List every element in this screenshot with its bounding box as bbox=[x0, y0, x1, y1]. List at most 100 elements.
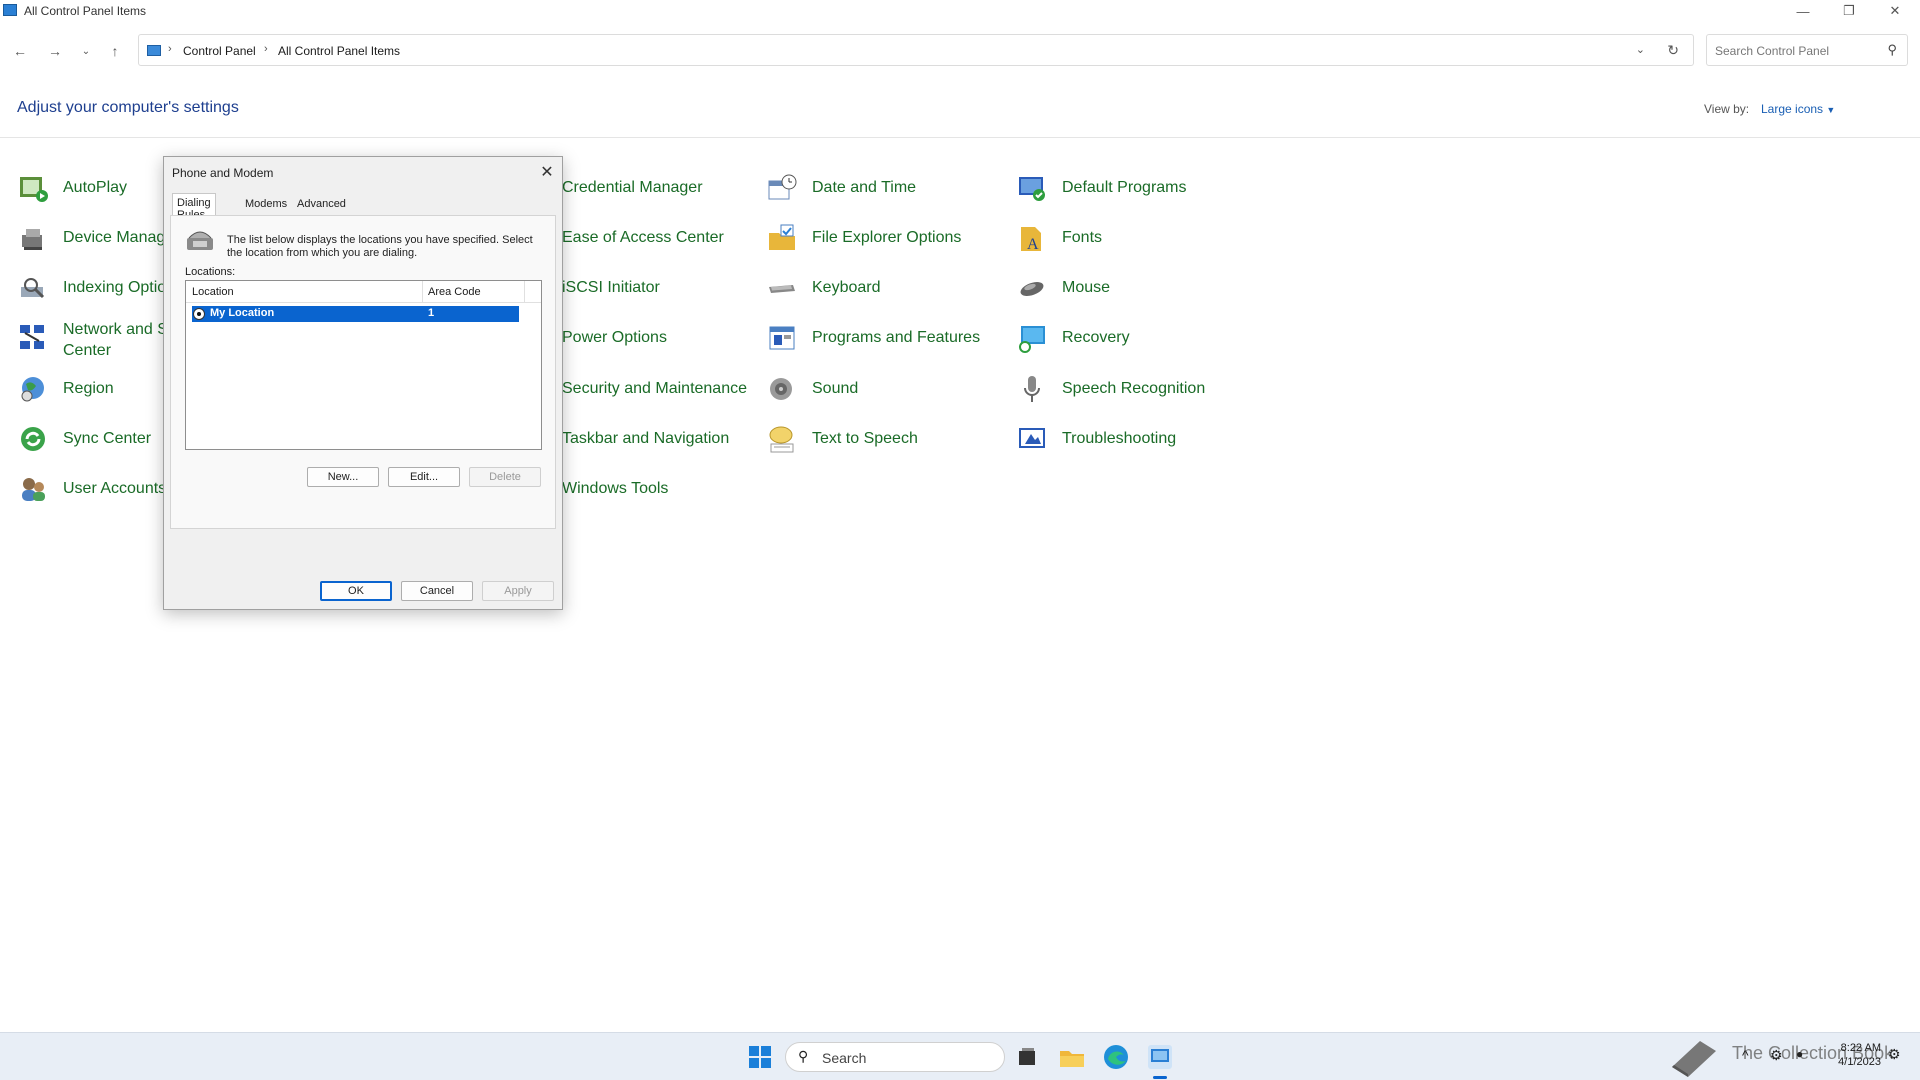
search-input[interactable]: Search Control Panel ⚲ bbox=[1706, 34, 1908, 66]
restore-button[interactable]: ❐ bbox=[1826, 0, 1872, 22]
taskbar-search[interactable]: ⚲ Search bbox=[785, 1042, 1005, 1072]
dialog-title: Phone and Modem bbox=[172, 166, 274, 180]
recent-locations-button[interactable]: ⌄ bbox=[75, 40, 97, 62]
tab-modems[interactable]: Modems bbox=[241, 195, 291, 215]
active-app-indicator bbox=[1153, 1076, 1167, 1079]
list-header: Location Area Code bbox=[186, 281, 541, 303]
address-bar-row: ← → ⌄ ↑ › Control Panel › All Control Pa… bbox=[0, 32, 1920, 68]
windows-start-icon[interactable] bbox=[748, 1045, 772, 1069]
telephone-icon bbox=[187, 231, 213, 250]
control-panel-taskbar-icon[interactable] bbox=[1146, 1043, 1174, 1071]
table-row[interactable]: My Location 1 bbox=[192, 306, 519, 322]
system-clock[interactable]: 8:22 AM 4/1/2023 bbox=[1825, 1041, 1881, 1069]
tab-dialing-rules[interactable]: Dialing Rules bbox=[172, 193, 216, 221]
search-placeholder: Search Control Panel bbox=[1715, 44, 1830, 58]
breadcrumb-all-items[interactable]: All Control Panel Items bbox=[278, 44, 400, 58]
area-code: 1 bbox=[428, 307, 435, 319]
breadcrumb-control-panel[interactable]: Control Panel bbox=[183, 44, 256, 58]
search-icon[interactable]: ⚲ bbox=[1887, 42, 1897, 58]
view-by-dropdown[interactable]: Large icons ▼ bbox=[1761, 102, 1835, 116]
network-icon bbox=[20, 325, 44, 349]
tab-advanced[interactable]: Advanced bbox=[293, 195, 350, 215]
locations-list[interactable]: Location Area Code My Location 1 bbox=[185, 280, 542, 450]
item-mouse[interactable]: Mouse bbox=[1017, 266, 1257, 308]
page-title: Adjust your computer's settings bbox=[17, 99, 239, 116]
file-explorer-icon[interactable] bbox=[1058, 1043, 1086, 1071]
clock-time: 8:22 AM bbox=[1840, 1042, 1881, 1054]
item-indexing-options[interactable]: Indexing Optio bbox=[18, 266, 168, 308]
window-titlebar: All Control Panel Items — ❐ ✕ bbox=[0, 0, 1920, 22]
forward-button[interactable]: → bbox=[44, 40, 66, 62]
user-accounts-icon bbox=[22, 478, 45, 501]
item-region[interactable]: Region bbox=[18, 367, 168, 409]
divider bbox=[0, 137, 1920, 138]
chevron-down-icon[interactable]: ⌄ bbox=[1636, 43, 1645, 56]
keyboard-icon bbox=[769, 285, 795, 293]
item-date-time[interactable]: Date and Time bbox=[767, 166, 1007, 208]
apply-button[interactable]: Apply bbox=[482, 581, 554, 601]
notifications-icon[interactable]: ⚙ bbox=[1888, 1046, 1901, 1063]
close-button[interactable]: ✕ bbox=[1872, 0, 1918, 22]
language-icon[interactable]: ⚙ bbox=[1770, 1047, 1783, 1064]
close-icon[interactable]: ✕ bbox=[536, 161, 558, 183]
item-recovery[interactable]: Recovery bbox=[1017, 316, 1257, 358]
item-network-sharing[interactable]: Network and S Center bbox=[18, 316, 168, 362]
view-by-label: View by: bbox=[1704, 102, 1750, 116]
delete-button[interactable]: Delete bbox=[469, 467, 541, 487]
search-icon: ⚲ bbox=[798, 1048, 809, 1064]
item-device-manager[interactable]: Device Manage bbox=[18, 216, 174, 258]
programs-features-icon bbox=[769, 326, 795, 350]
volume-icon[interactable]: ● bbox=[1796, 1047, 1803, 1061]
item-autoplay[interactable]: AutoPlay bbox=[18, 166, 168, 208]
column-header-location[interactable]: Location bbox=[192, 286, 234, 298]
item-default-programs[interactable]: Default Programs bbox=[1017, 166, 1257, 208]
troubleshooting-icon bbox=[1019, 428, 1045, 448]
cancel-button[interactable]: Cancel bbox=[401, 581, 473, 601]
dialing-rules-panel: The list below displays the locations yo… bbox=[170, 215, 556, 529]
taskbar: ⚲ Search The Collection Book ^ ⚙ ● 8:22 … bbox=[0, 1032, 1920, 1080]
microphone-icon bbox=[1024, 376, 1040, 402]
location-radio[interactable] bbox=[193, 308, 205, 320]
divider bbox=[422, 281, 423, 303]
date-time-icon bbox=[768, 174, 797, 200]
item-programs-features[interactable]: Programs and Features bbox=[767, 316, 1007, 358]
book-icon bbox=[1672, 1041, 1716, 1077]
default-programs-icon bbox=[1019, 177, 1045, 201]
item-sound[interactable]: Sound bbox=[767, 367, 1007, 409]
window-title: All Control Panel Items bbox=[24, 4, 147, 18]
item-keyboard[interactable]: Keyboard bbox=[767, 266, 1007, 308]
edit-button[interactable]: Edit... bbox=[388, 467, 460, 487]
item-user-accounts[interactable]: User Accounts bbox=[18, 467, 168, 509]
edge-browser-icon[interactable] bbox=[1102, 1043, 1130, 1071]
refresh-icon[interactable]: ↻ bbox=[1667, 42, 1679, 59]
autoplay-icon bbox=[20, 177, 48, 202]
item-sync-center[interactable]: Sync Center bbox=[18, 417, 168, 459]
chevron-right-icon: › bbox=[264, 43, 268, 55]
item-text-to-speech[interactable]: Text to Speech bbox=[767, 417, 1007, 459]
caret-down-icon: ▼ bbox=[1826, 105, 1836, 115]
phone-modem-dialog: Phone and Modem ✕ Dialing Rules Modems A… bbox=[163, 156, 563, 610]
folder-options-icon bbox=[769, 224, 795, 250]
item-file-explorer-options[interactable]: File Explorer Options bbox=[767, 216, 1007, 258]
ok-button[interactable]: OK bbox=[320, 581, 392, 601]
device-manager-icon bbox=[22, 229, 42, 250]
item-fonts[interactable]: A Fonts bbox=[1017, 216, 1257, 258]
divider bbox=[524, 281, 525, 303]
dialog-description: The list below displays the locations yo… bbox=[227, 234, 533, 259]
item-troubleshooting[interactable]: Troubleshooting bbox=[1017, 417, 1257, 459]
control-panel-icon bbox=[147, 45, 161, 56]
address-field[interactable]: › Control Panel › All Control Panel Item… bbox=[138, 34, 1694, 66]
chevron-up-icon[interactable]: ^ bbox=[1742, 1047, 1749, 1063]
column-header-area-code[interactable]: Area Code bbox=[428, 286, 481, 298]
new-button[interactable]: New... bbox=[307, 467, 379, 487]
location-name: My Location bbox=[210, 307, 275, 319]
back-button[interactable]: ← bbox=[9, 40, 31, 62]
taskbar-search-label: Search bbox=[822, 1050, 867, 1066]
mouse-icon bbox=[1020, 282, 1044, 296]
region-icon bbox=[21, 377, 44, 402]
speaker-icon bbox=[770, 378, 792, 400]
up-button[interactable]: ↑ bbox=[104, 40, 126, 62]
task-view-icon[interactable] bbox=[1013, 1043, 1041, 1071]
item-speech-recognition[interactable]: Speech Recognition bbox=[1017, 367, 1257, 409]
minimize-button[interactable]: — bbox=[1780, 0, 1826, 22]
